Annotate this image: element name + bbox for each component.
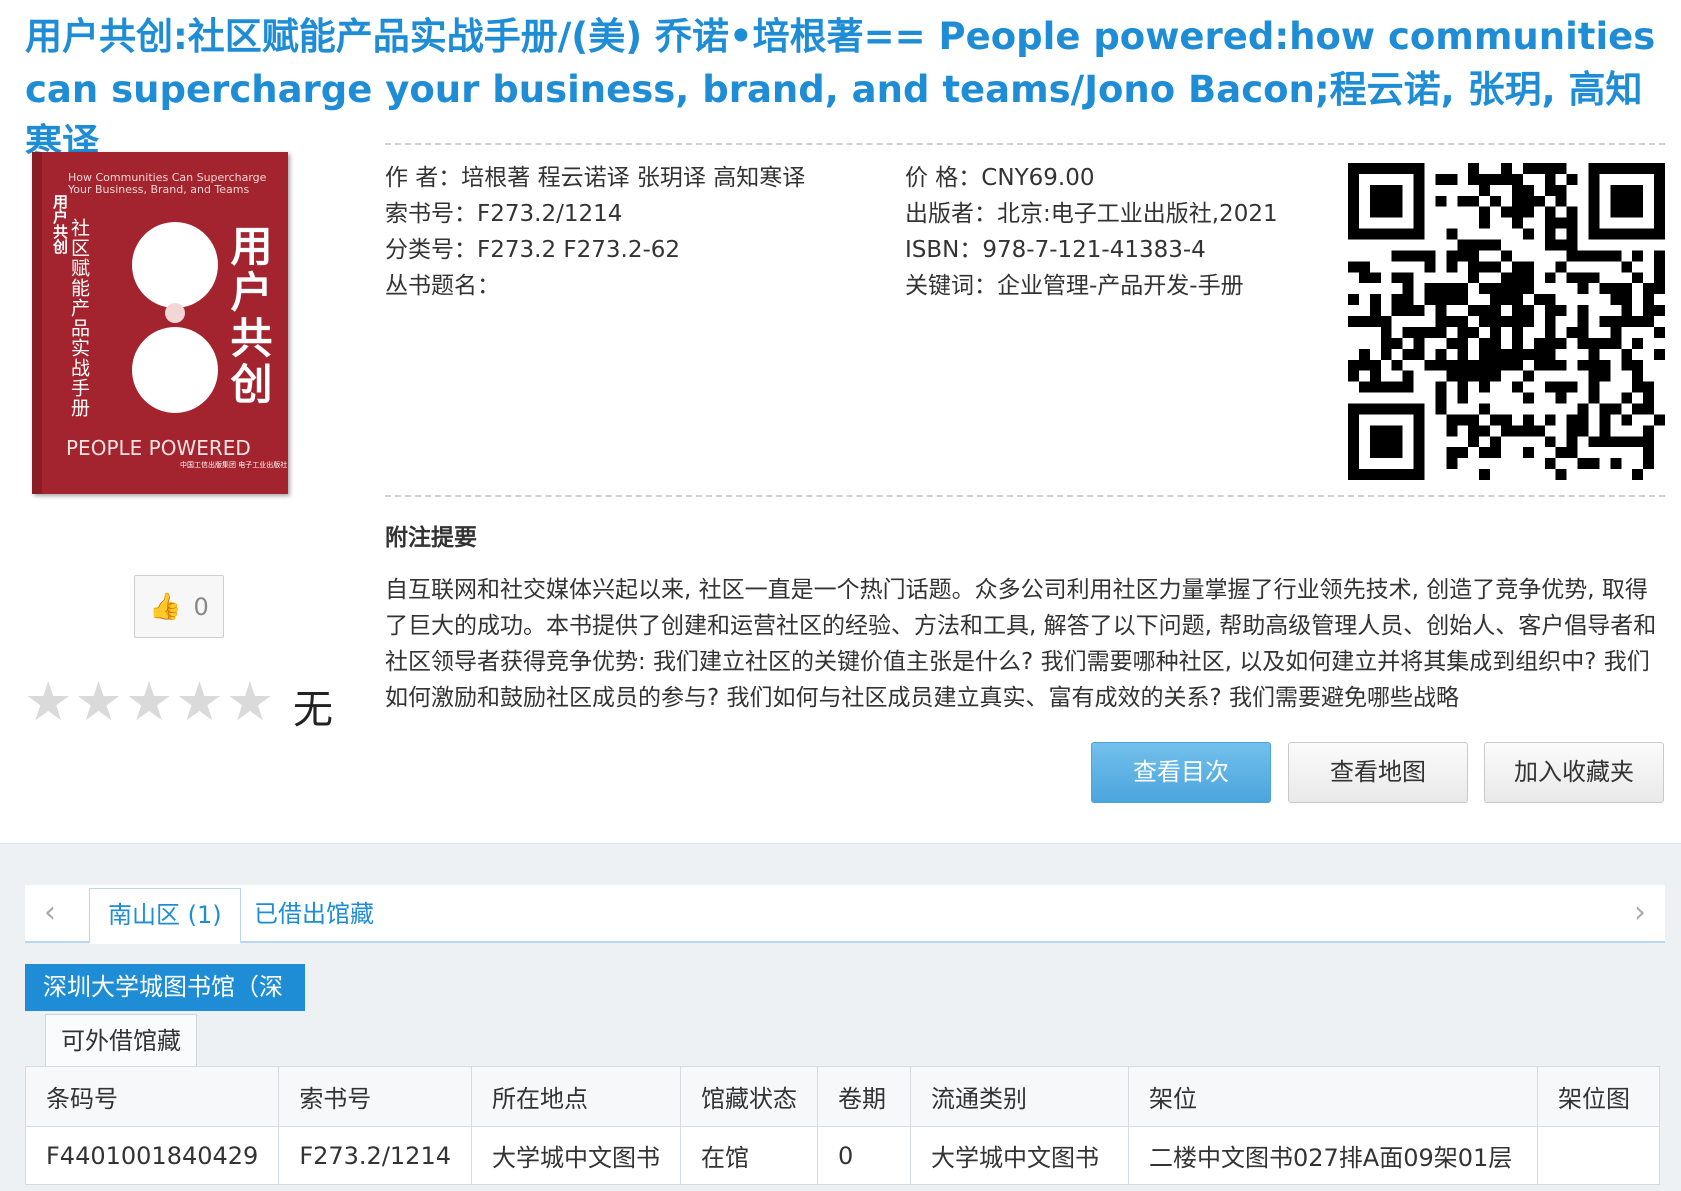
meta-class-number: 分类号：F273.2 F273.2-62: [385, 237, 681, 263]
cover-big-title: 用户共创: [224, 224, 273, 408]
divider-top: [385, 143, 1665, 145]
library-tab[interactable]: 深圳大学城图书馆（深: [25, 964, 305, 1011]
meta-right: 价 格：CNY69.00 出版者：北京:电子工业出版社,2021 ISBN：97…: [905, 160, 1325, 304]
note-heading: 附注提要: [385, 525, 477, 551]
cell-shelf: 二楼中文图书027排A面09架01层: [1128, 1126, 1538, 1185]
view-map-button[interactable]: 查看地图: [1288, 742, 1468, 803]
view-toc-button[interactable]: 查看目次: [1091, 742, 1271, 803]
lendable-tab[interactable]: 可外借馆藏: [45, 1014, 197, 1067]
page-title: 用户共创:社区赋能产品实战手册/(美) 乔诺•培根著== People powe…: [25, 15, 1656, 164]
cover-subtitle: 社区赋能产品实战手册: [68, 218, 90, 418]
thumbs-up-icon: 👍: [149, 591, 182, 622]
book-cover[interactable]: How Communities Can Supercharge Your Bus…: [32, 152, 288, 494]
cell-shelf-map[interactable]: [1537, 1126, 1660, 1185]
cover-side-title: 用户共创: [51, 194, 69, 254]
meta-left: 作 者：培根著 程云诺译 张玥译 高知寒译 索书号：F273.2/1214 分类…: [385, 160, 875, 304]
tab-nanshan[interactable]: 南山区 (1): [89, 888, 241, 944]
cell-barcode: F4401001840429: [24, 1126, 280, 1185]
like-button[interactable]: 👍 0: [134, 575, 224, 638]
add-favorite-button[interactable]: 加入收藏夹: [1484, 742, 1664, 803]
cover-english-tagline: How Communities Can Supercharge Your Bus…: [68, 171, 267, 196]
qr-code: [1348, 163, 1665, 480]
note-text: 自互联网和社交媒体兴起以来, 社区一直是一个热门话题。众多公司利用社区力量掌握了…: [385, 577, 1657, 711]
rating-label: 无: [293, 687, 333, 733]
meta-price: 价 格：CNY69.00: [905, 165, 1095, 191]
star-icon[interactable]: ★: [74, 672, 122, 732]
col-circulation: 流通类别: [910, 1066, 1129, 1127]
meta-author: 作 者：培根著 程云诺译 张玥译 高知寒译: [385, 165, 806, 191]
star-icon[interactable]: ★: [125, 672, 173, 732]
meta-publisher: 出版者：北京:电子工业出版社,2021: [905, 201, 1278, 227]
cell-location: 大学城中文图书: [471, 1126, 681, 1185]
col-barcode: 条码号: [24, 1066, 280, 1127]
table-header-row: 条码号 索书号 所在地点 馆藏状态 卷期 流通类别 架位 架位图: [24, 1066, 1660, 1127]
cover-people-powered: PEOPLE POWERED: [66, 436, 251, 460]
meta-isbn: ISBN：978-7-121-41383-4: [905, 237, 1206, 263]
holdings-tabbar: ‹ 南山区 (1) 已借出馆藏 ›: [25, 885, 1665, 944]
col-volume: 卷期: [817, 1066, 911, 1127]
cover-circle-bottom: [132, 327, 218, 413]
divider-middle: [385, 495, 1665, 497]
chevron-left-icon[interactable]: ‹: [25, 885, 75, 941]
cover-publisher: 中国工信出版集团 电子工业出版社: [180, 461, 288, 469]
col-call-number: 索书号: [278, 1066, 472, 1127]
cell-circulation: 大学城中文图书: [910, 1126, 1129, 1185]
holdings-table: 条码号 索书号 所在地点 馆藏状态 卷期 流通类别 架位 架位图 F440100…: [24, 1066, 1660, 1185]
star-icon[interactable]: ★: [24, 672, 72, 732]
rating-stars[interactable]: ★ ★ ★ ★ ★: [24, 672, 274, 732]
cover-spine: [32, 152, 42, 494]
chevron-right-icon[interactable]: ›: [1615, 885, 1665, 941]
star-icon[interactable]: ★: [226, 672, 274, 732]
star-icon[interactable]: ★: [175, 672, 223, 732]
col-shelf: 架位: [1128, 1066, 1538, 1127]
cover-circle-top: [132, 222, 218, 308]
table-row: F4401001840429 F273.2/1214 大学城中文图书 在馆 0 …: [24, 1126, 1660, 1185]
col-shelf-map: 架位图: [1537, 1066, 1660, 1127]
col-location: 所在地点: [471, 1066, 681, 1127]
like-count: 0: [193, 592, 209, 621]
meta-call-number: 索书号：F273.2/1214: [385, 201, 623, 227]
meta-keywords: 关键词：企业管理-产品开发-手册: [905, 273, 1244, 299]
tab-borrowed[interactable]: 已借出馆藏: [236, 888, 392, 941]
cell-volume: 0: [817, 1126, 911, 1185]
meta-series: 丛书题名：: [385, 273, 500, 299]
cell-status: 在馆: [680, 1126, 818, 1185]
col-status: 馆藏状态: [680, 1066, 818, 1127]
cover-dot: [165, 303, 185, 323]
cell-call-number: F273.2/1214: [278, 1126, 472, 1185]
